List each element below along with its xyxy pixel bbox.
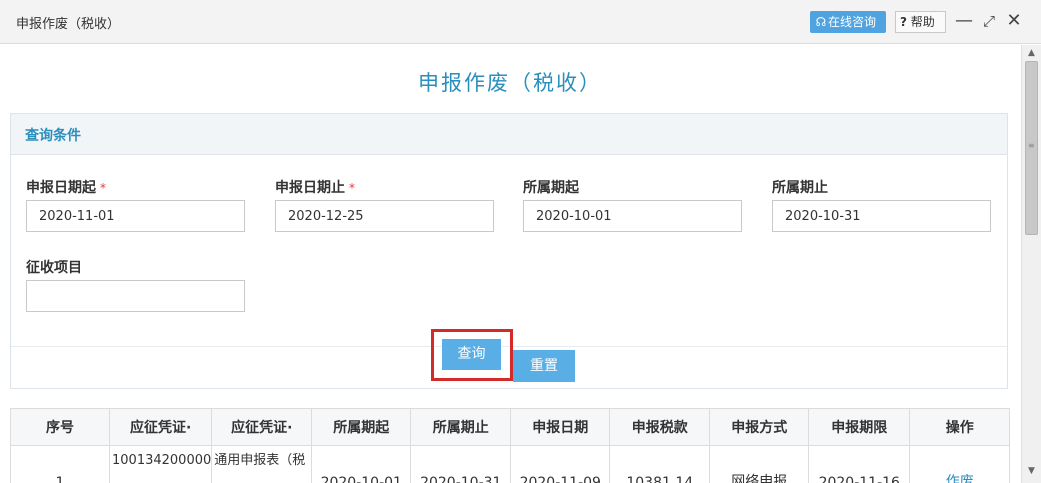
query-button[interactable]: 查询 xyxy=(442,339,501,370)
online-consult-label: 在线咨询 xyxy=(828,15,877,29)
col-header-declare-date[interactable]: 申报日期 xyxy=(510,408,611,446)
col-header-voucher-no[interactable]: 应征凭证· xyxy=(108,408,213,446)
period-start-input[interactable] xyxy=(523,200,742,232)
online-consult-button[interactable]: ☊ 在线咨询 xyxy=(810,11,886,33)
main-content: 申报作废（税收） 查询条件 申报日期起* 申报日期止* 所属期起 所属期止 征收… xyxy=(0,45,1020,483)
minimize-icon[interactable]: — xyxy=(954,9,974,33)
cell-period-start: 2020-10-01 xyxy=(311,445,412,483)
scroll-down-icon[interactable]: ▼ xyxy=(1022,463,1041,479)
cell-action: 作废 xyxy=(909,445,1011,483)
table-header-row: 序号 应征凭证· 应征凭证· 所属期起 所属期止 申报日期 申报税款 申报方式 … xyxy=(10,408,1011,446)
cell-declare-date: 2020-11-09 xyxy=(510,445,611,483)
cell-index: 1 xyxy=(10,445,110,483)
col-header-voucher-name[interactable]: 应征凭证· xyxy=(211,408,313,446)
required-mark: * xyxy=(100,181,106,195)
cell-voucher-name: 通用申报表（税 xyxy=(211,445,313,483)
close-icon[interactable]: ✕ xyxy=(1004,9,1024,33)
maximize-icon[interactable]: ⤢ xyxy=(979,9,999,33)
col-header-period-start[interactable]: 所属期起 xyxy=(311,408,412,446)
period-end-input[interactable] xyxy=(772,200,991,232)
cell-tax-amount: 10381.14 xyxy=(609,445,711,483)
declare-date-end-label: 申报日期止 * xyxy=(275,180,355,196)
question-icon: ? xyxy=(900,15,907,29)
grip-icon: ≡ xyxy=(1028,141,1035,150)
required-mark: * xyxy=(349,181,355,195)
help-button[interactable]: ? 帮助 xyxy=(895,11,946,33)
cell-method: 网络申报 xyxy=(709,445,810,483)
cell-deadline: 2020-11-16 xyxy=(808,445,911,483)
col-header-tax-amount[interactable]: 申报税款 xyxy=(609,408,711,446)
period-end-label: 所属期止 xyxy=(772,180,828,196)
col-header-deadline[interactable]: 申报期限 xyxy=(808,408,911,446)
declare-date-start-label: 申报日期起 * xyxy=(26,180,106,196)
vertical-scrollbar[interactable]: ▲ ≡ ▼ xyxy=(1021,45,1041,483)
col-header-method[interactable]: 申报方式 xyxy=(709,408,810,446)
page-title: 申报作废（税收） xyxy=(418,71,602,95)
scrollbar-thumb[interactable]: ≡ xyxy=(1025,61,1038,235)
void-link[interactable]: 作废 xyxy=(946,474,974,483)
cell-voucher-no: 100134200000 xyxy=(108,445,213,483)
table-row: 1 100134200000 通用申报表（税 2020-10-01 2020-1… xyxy=(10,445,1011,483)
levy-item-input[interactable] xyxy=(26,280,245,312)
period-start-label: 所属期起 xyxy=(523,180,579,196)
reset-button[interactable]: 重置 xyxy=(513,350,575,382)
results-table: 序号 应征凭证· 应征凭证· 所属期起 所属期止 申报日期 申报税款 申报方式 … xyxy=(10,408,1011,483)
col-header-period-end[interactable]: 所属期止 xyxy=(410,408,512,446)
query-button-highlight: 查询 xyxy=(431,329,513,381)
scroll-up-icon[interactable]: ▲ xyxy=(1022,45,1041,61)
declare-date-end-input[interactable] xyxy=(275,200,494,232)
help-label: 帮助 xyxy=(910,15,935,29)
window-titlebar: 申报作废（税收） ☊ 在线咨询 ? 帮助 — ⤢ ✕ xyxy=(0,0,1041,44)
col-header-index[interactable]: 序号 xyxy=(10,408,110,446)
col-header-action: 操作 xyxy=(909,408,1011,446)
declare-date-start-input[interactable] xyxy=(26,200,245,232)
window-title: 申报作废（税收） xyxy=(16,17,121,32)
cell-period-end: 2020-10-31 xyxy=(410,445,512,483)
query-panel-header: 查询条件 xyxy=(11,114,1007,155)
levy-item-label: 征收项目 xyxy=(26,260,82,276)
headset-icon: ☊ xyxy=(815,15,827,29)
